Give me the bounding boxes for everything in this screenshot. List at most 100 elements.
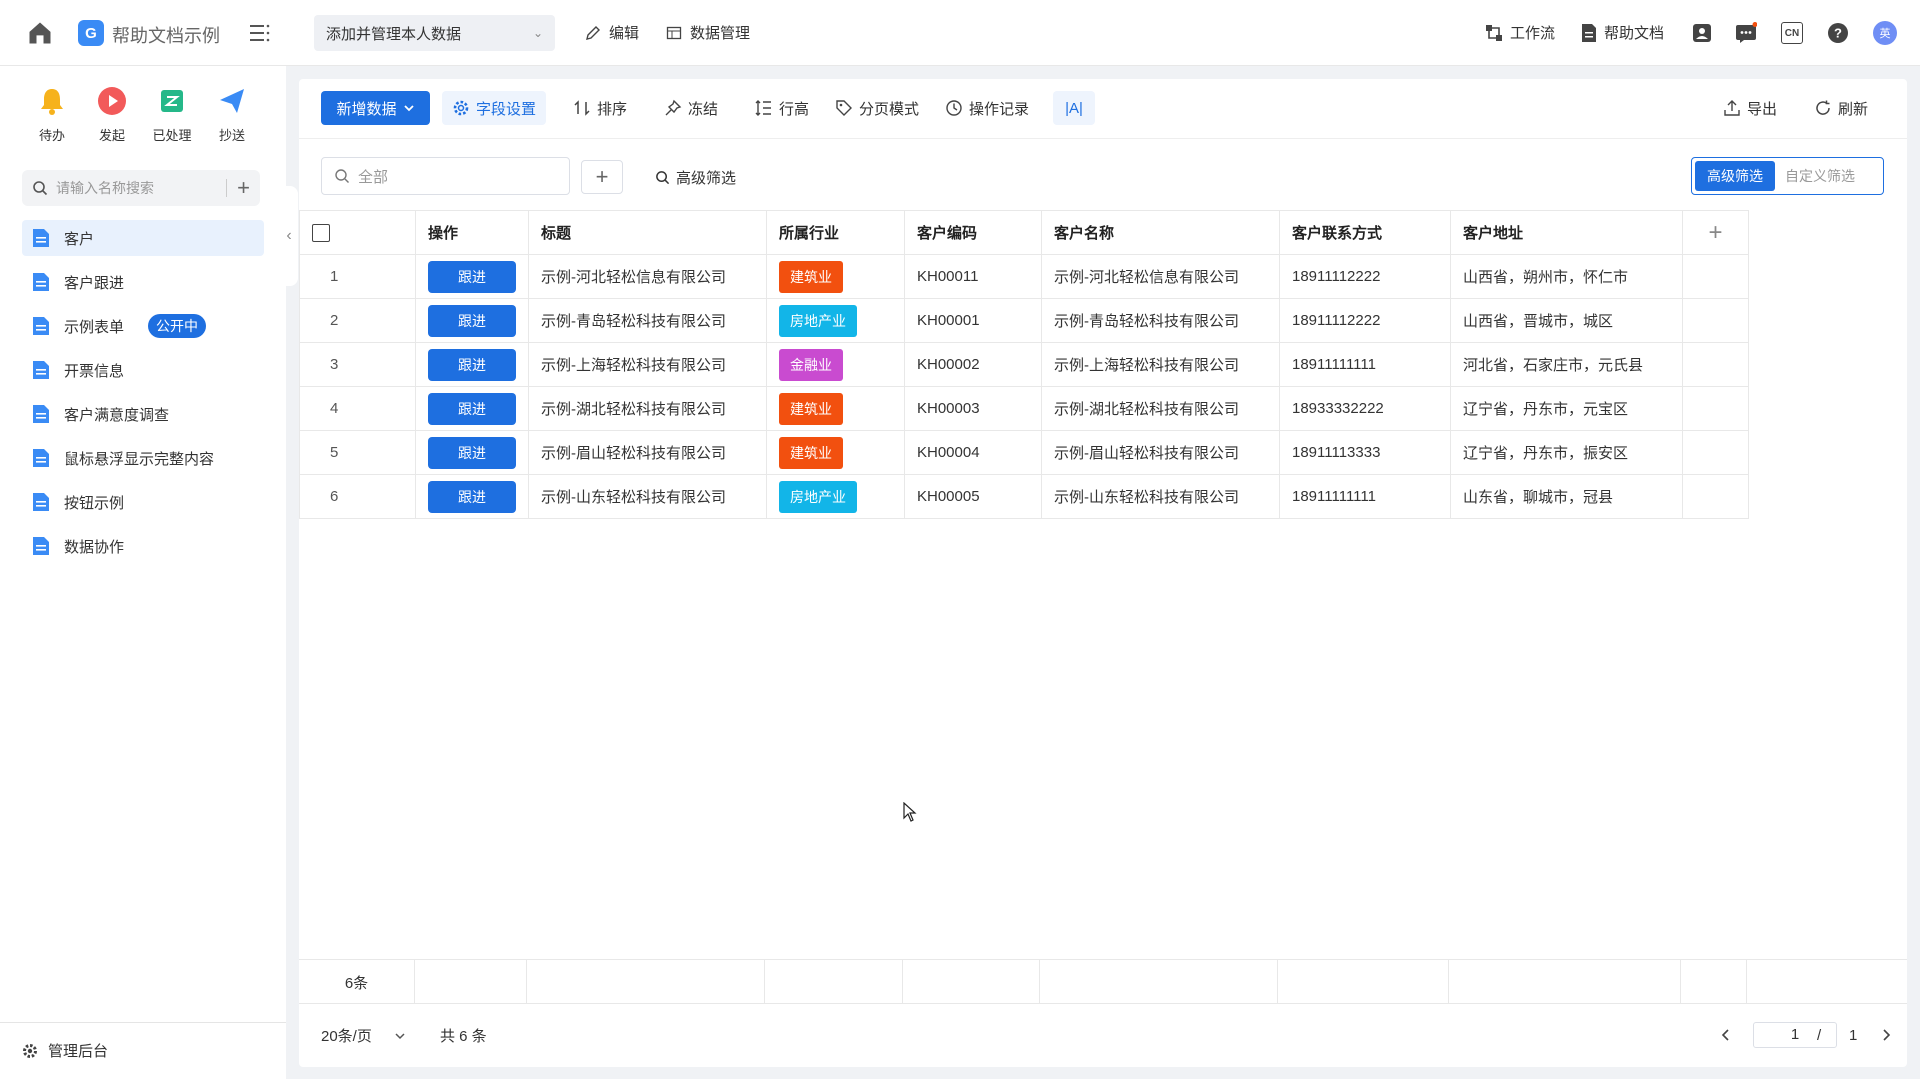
empty-cell <box>1682 430 1749 475</box>
industry-tag: 建筑业 <box>779 392 843 425</box>
seg-advanced-filter[interactable]: 高级筛选 <box>1695 161 1775 191</box>
col-header[interactable]: 操作 <box>415 210 529 255</box>
freeze-button[interactable]: 冻结 <box>654 91 728 125</box>
contacts-icon[interactable] <box>1691 22 1713 44</box>
col-header[interactable]: 客户联系方式 <box>1279 210 1451 255</box>
row-height-button[interactable]: 行高 <box>745 91 819 125</box>
code-cell: KH00002 <box>904 342 1042 387</box>
language-icon[interactable]: CN <box>1781 22 1803 44</box>
name-cell: 示例-山东轻松科技有限公司 <box>1041 474 1280 519</box>
table-row[interactable]: 6 跟进 示例-山东轻松科技有限公司 房地产业 KH00005 示例-山东轻松科技有限公司… <box>299 474 1749 519</box>
address-cell: 山东省，聊城市，冠县 <box>1450 474 1683 519</box>
refresh-label: 刷新 <box>1838 100 1869 118</box>
row-height-label: 行高 <box>779 100 810 118</box>
advanced-filter-link[interactable]: 高级筛选 <box>655 167 736 188</box>
sidebar-item-sample-form[interactable]: 示例表单 公开中 <box>22 308 264 344</box>
sidebar-item-hover-content[interactable]: 鼠标悬浮显示完整内容 <box>22 440 264 476</box>
paging-mode-button[interactable]: 分页模式 <box>825 91 929 125</box>
name-cell: 示例-上海轻松科技有限公司 <box>1041 342 1280 387</box>
export-button[interactable]: 导出 <box>1713 91 1787 125</box>
operation-log-button[interactable]: 操作记录 <box>935 91 1039 125</box>
follow-button[interactable]: 跟进 <box>428 348 516 381</box>
chevron-left-icon[interactable] <box>1719 1028 1733 1042</box>
view-select[interactable]: 添加并管理本人数据 ⌄ <box>314 15 555 51</box>
search-icon <box>33 181 48 196</box>
bell-icon <box>41 89 63 115</box>
menu-toggle-icon[interactable] <box>248 22 272 44</box>
table-row[interactable]: 1 跟进 示例-河北轻松信息有限公司 建筑业 KH00011 示例-河北轻松信息有限公司 1… <box>299 254 1749 299</box>
follow-button[interactable]: 跟进 <box>428 260 516 293</box>
workflow-label: 工作流 <box>1510 25 1556 42</box>
add-data-button[interactable]: 新增数据 <box>321 91 430 125</box>
help-docs-label: 帮助文档 <box>1604 25 1665 42</box>
chevron-left-icon: ‹ <box>286 227 292 244</box>
sidebar-item-followup[interactable]: 客户跟进 <box>22 264 264 300</box>
quick-cc-label: 抄送 <box>218 128 245 143</box>
chevron-down-icon <box>403 105 414 112</box>
seg-custom-filter[interactable]: 自定义筛选 <box>1779 166 1861 186</box>
sidebar-item-label: 开票信息 <box>64 362 125 380</box>
divider <box>0 1022 286 1023</box>
follow-cell: 跟进 <box>415 474 529 519</box>
sort-button[interactable]: 排序 <box>563 91 637 125</box>
col-header[interactable]: 所属行业 <box>766 210 905 255</box>
page-number-input[interactable]: 1 <box>1753 1022 1837 1048</box>
refresh-button[interactable]: 刷新 <box>1804 91 1878 125</box>
col-header[interactable]: 标题 <box>528 210 767 255</box>
title-cell: 示例-山东轻松科技有限公司 <box>528 474 767 519</box>
sidebar-item-satisfaction[interactable]: 客户满意度调查 <box>22 396 264 432</box>
quick-todo[interactable]: 待办 <box>22 86 82 144</box>
sidebar-item-collaboration[interactable]: 数据协作 <box>22 528 264 564</box>
phone-cell: 18911112222 <box>1279 298 1451 343</box>
quick-cc[interactable]: 抄送 <box>202 86 262 144</box>
user-avatar[interactable]: 英 <box>1873 21 1897 45</box>
phone-cell: 18933332222 <box>1279 386 1451 431</box>
sidebar-item-invoice[interactable]: 开票信息 <box>22 352 264 388</box>
admin-link[interactable]: 管理后台 <box>22 1040 108 1061</box>
message-icon[interactable] <box>1735 22 1757 44</box>
sidebar-item-label: 客户满意度调查 <box>64 406 170 424</box>
chevron-right-icon[interactable] <box>1879 1028 1893 1042</box>
page-separator: / <box>1817 1027 1822 1044</box>
add-column-button[interactable]: + <box>1682 210 1749 255</box>
code-cell: KH00005 <box>904 474 1042 519</box>
font-size-toggle[interactable]: |A| <box>1053 91 1095 125</box>
col-header[interactable]: 客户编码 <box>904 210 1042 255</box>
select-all-checkbox[interactable] <box>312 223 330 242</box>
edit-link[interactable]: 编辑 <box>585 22 639 43</box>
industry-tag: 建筑业 <box>779 436 843 469</box>
follow-button[interactable]: 跟进 <box>428 436 516 469</box>
workflow-link[interactable]: 工作流 <box>1484 22 1555 43</box>
quick-processed[interactable]: 已处理 <box>142 86 202 144</box>
data-management-link[interactable]: 数据管理 <box>666 22 750 43</box>
sidebar-item-customer[interactable]: 客户 <box>22 220 264 256</box>
empty-cell <box>1682 254 1749 299</box>
col-header[interactable]: 客户名称 <box>1041 210 1280 255</box>
add-form-icon[interactable]: + <box>237 175 250 201</box>
table-search-input[interactable]: 全部 <box>321 157 570 195</box>
follow-cell: 跟进 <box>415 342 529 387</box>
table-row[interactable]: 4 跟进 示例-湖北轻松科技有限公司 建筑业 KH00003 示例-湖北轻松科技有限公司 1… <box>299 386 1749 431</box>
follow-button[interactable]: 跟进 <box>428 304 516 337</box>
col-header[interactable]: 客户地址 <box>1450 210 1683 255</box>
total-pages: 1 <box>1849 1027 1858 1044</box>
help-icon[interactable]: ? <box>1827 22 1849 44</box>
sidebar-search-input[interactable]: 请输入名称搜索 + <box>22 170 260 206</box>
add-filter-button[interactable]: + <box>581 160 623 194</box>
follow-button[interactable]: 跟进 <box>428 480 516 513</box>
home-icon[interactable] <box>26 19 54 47</box>
page-size-select[interactable]: 20条/页 <box>321 1025 406 1046</box>
row-number: 2 <box>299 298 416 343</box>
summary-cell <box>415 960 527 1004</box>
sidebar-collapse-button[interactable]: ‹ <box>280 186 298 286</box>
summary-cell <box>1278 960 1449 1004</box>
pin-icon <box>665 99 682 116</box>
field-settings-button[interactable]: 字段设置 <box>442 91 547 125</box>
table-row[interactable]: 2 跟进 示例-青岛轻松科技有限公司 房地产业 KH00001 示例-青岛轻松科技有限公司… <box>299 298 1749 343</box>
quick-initiate[interactable]: 发起 <box>82 86 142 144</box>
table-row[interactable]: 3 跟进 示例-上海轻松科技有限公司 金融业 KH00002 示例-上海轻松科技有限公司 1… <box>299 342 1749 387</box>
sidebar-item-button-sample[interactable]: 按钮示例 <box>22 484 264 520</box>
table-row[interactable]: 5 跟进 示例-眉山轻松科技有限公司 建筑业 KH00004 示例-眉山轻松科技有限公司 1… <box>299 430 1749 475</box>
follow-button[interactable]: 跟进 <box>428 392 516 425</box>
help-docs-link[interactable]: 帮助文档 <box>1580 22 1664 43</box>
